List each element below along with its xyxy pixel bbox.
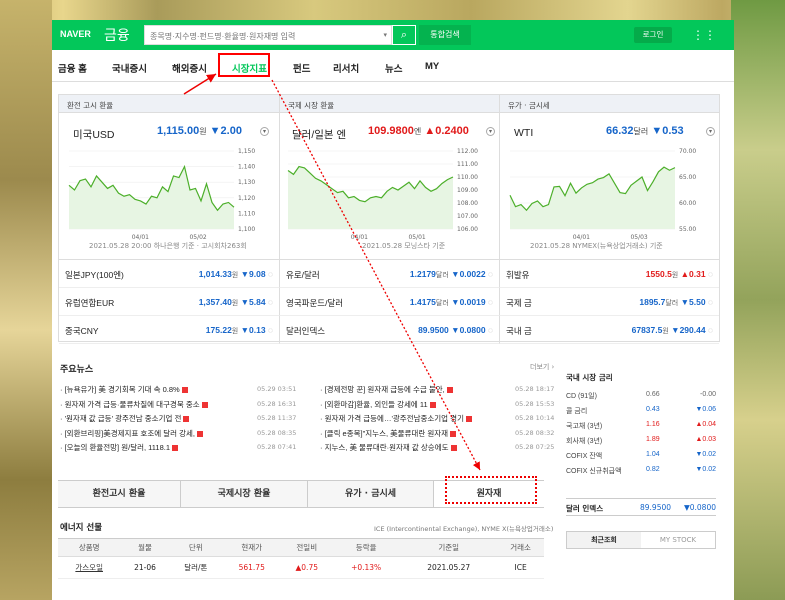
arrow [183, 73, 217, 95]
annotation-arrows [183, 73, 481, 471]
dotted-arrow [271, 79, 481, 471]
